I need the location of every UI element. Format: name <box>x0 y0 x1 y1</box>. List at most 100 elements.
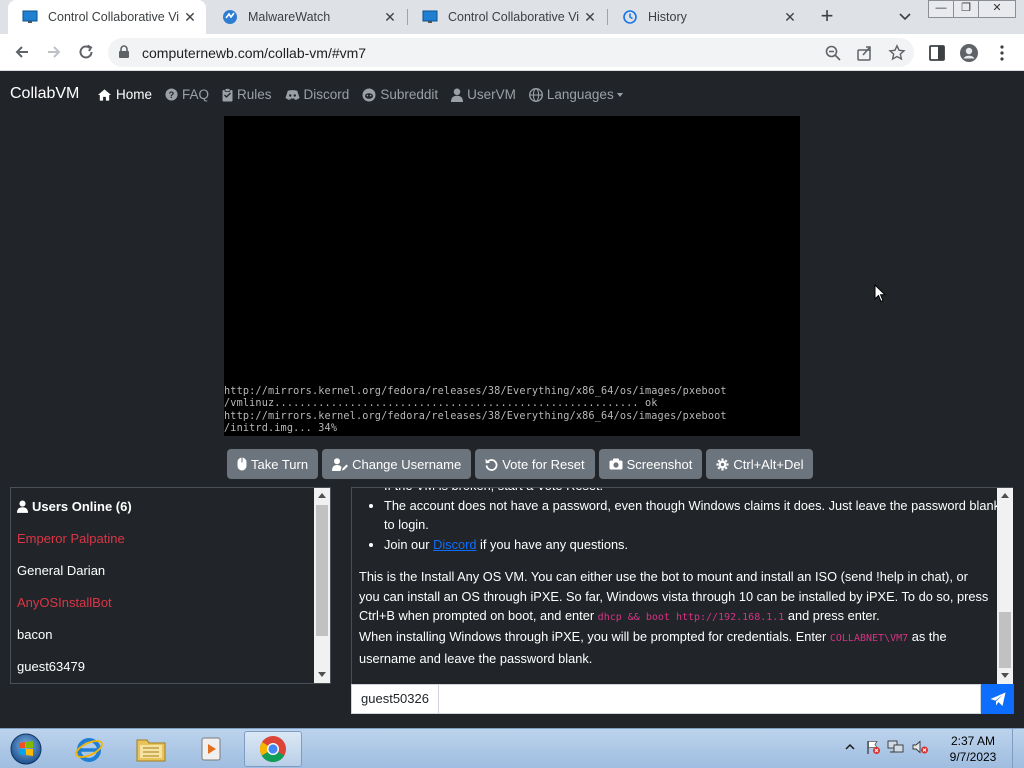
profile-avatar-icon[interactable] <box>959 43 979 63</box>
chat-scroll-thumb[interactable] <box>999 612 1011 668</box>
user-entry[interactable]: AnyOSInstallBot <box>17 595 112 610</box>
collabvm-page: CollabVM Home ? FAQ Rules Discord Subred… <box>0 71 1024 728</box>
nav-discord[interactable]: Discord <box>285 87 349 102</box>
chat-message: This is the Install Any OS VM. You can e… <box>359 567 992 628</box>
list-item: The account does not have a password, ev… <box>384 496 1004 535</box>
chat-panel[interactable]: If the VM is broken, start a Vote Reset.… <box>351 487 1013 684</box>
nav-home[interactable]: Home <box>97 87 152 102</box>
scroll-up-icon[interactable] <box>1001 493 1009 498</box>
minimize-button[interactable]: — <box>928 0 954 18</box>
take-turn-label: Take Turn <box>251 456 309 472</box>
back-button[interactable] <box>10 40 34 64</box>
tray-expand-icon[interactable] <box>845 742 855 752</box>
forward-button[interactable] <box>42 40 66 64</box>
monitor-icon <box>422 10 438 23</box>
new-tab-button[interactable]: + <box>814 4 840 30</box>
close-tab-icon[interactable]: ✕ <box>380 9 400 26</box>
change-username-button[interactable]: Change Username <box>322 449 472 479</box>
windows-start-icon[interactable] <box>6 732 46 766</box>
close-tab-icon[interactable]: ✕ <box>180 9 200 26</box>
brand-logo[interactable]: CollabVM <box>10 85 79 103</box>
tab-malwarewatch[interactable]: MalwareWatch ✕ <box>208 0 406 34</box>
volume-muted-icon[interactable] <box>911 739 929 755</box>
nav-uservm-label: UserVM <box>467 87 516 102</box>
join-suffix: if you have any questions. <box>476 536 629 552</box>
change-username-label: Change Username <box>352 456 462 472</box>
user-entry[interactable]: bacon <box>17 627 52 642</box>
taskbar-clock[interactable]: 2:37 AM 9/7/2023 <box>940 733 1006 765</box>
history-icon <box>623 10 637 24</box>
send-button[interactable] <box>981 684 1014 714</box>
ctrl-alt-del-label: Ctrl+Alt+Del <box>733 456 804 472</box>
close-tab-icon[interactable]: ✕ <box>580 9 600 26</box>
users-scrollbar[interactable] <box>314 488 330 683</box>
bookmark-star-icon[interactable] <box>888 44 906 62</box>
scroll-up-icon[interactable] <box>318 493 326 498</box>
side-panel-icon[interactable] <box>927 43 947 63</box>
arrow-left-icon <box>15 46 28 58</box>
chevron-down-icon[interactable] <box>895 6 915 26</box>
vm-display[interactable]: http://mirrors.kernel.org/fedora/release… <box>224 116 800 436</box>
tab-collabvm-2[interactable]: Control Collaborative Vir ✕ <box>408 0 606 34</box>
malwarewatch-favicon-icon <box>223 10 237 24</box>
network-icon[interactable] <box>887 739 905 755</box>
close-tab-icon[interactable]: ✕ <box>780 9 800 26</box>
nav-rules[interactable]: Rules <box>222 87 272 102</box>
users-online-panel[interactable]: Users Online (6) Emperor Palpatine Gener… <box>10 487 331 684</box>
chat-message: When installing Windows through iPXE, yo… <box>359 627 992 668</box>
kebab-menu-icon[interactable] <box>992 43 1012 63</box>
list-item: If the VM is broken, start a Vote Reset. <box>384 488 1004 496</box>
console-line: /vmlinuz................................… <box>224 398 658 410</box>
message-text: and press enter. <box>784 608 880 623</box>
nav-languages-label: Languages <box>546 87 614 102</box>
vote-reset-button[interactable]: Vote for Reset <box>475 449 595 479</box>
user-entry[interactable]: Emperor Palpatine <box>17 531 125 546</box>
action-center-flag-icon[interactable] <box>865 739 881 755</box>
taskbar-file-explorer[interactable] <box>122 731 180 767</box>
chat-scrollbar[interactable] <box>997 488 1013 684</box>
reset-icon <box>485 458 498 471</box>
taskbar-media-player[interactable] <box>182 731 240 767</box>
take-turn-button[interactable]: Take Turn <box>227 449 319 479</box>
nav-uservm[interactable]: UserVM <box>451 87 516 102</box>
nav-faq[interactable]: ? FAQ <box>165 87 209 102</box>
nav-languages-dropdown[interactable]: Languages <box>528 87 623 102</box>
screenshot-button[interactable]: Screenshot <box>598 449 703 479</box>
message-text: When installing Windows through iPXE, yo… <box>359 629 830 644</box>
nav-faq-label: FAQ <box>182 87 210 102</box>
zoom-out-icon[interactable] <box>824 44 842 62</box>
reload-button[interactable] <box>74 40 98 64</box>
share-icon[interactable] <box>856 44 874 62</box>
show-desktop-button[interactable] <box>1012 729 1024 768</box>
user-entry[interactable]: guest63479 <box>17 659 85 674</box>
nav-subreddit[interactable]: Subreddit <box>362 87 438 102</box>
tab-collabvm-1[interactable]: Control Collaborative Vir ✕ <box>8 0 206 34</box>
nav-home-label: Home <box>116 87 153 102</box>
url-text[interactable]: computernewb.com/collab-vm/#vm7 <box>142 45 366 61</box>
site-navbar: CollabVM Home ? FAQ Rules Discord Subred… <box>0 71 1024 117</box>
address-bar[interactable]: computernewb.com/collab-vm/#vm7 <box>108 38 914 67</box>
ctrl-alt-del-button[interactable]: Ctrl+Alt+Del <box>706 449 814 479</box>
taskbar-chrome[interactable] <box>244 731 302 767</box>
window-close-button[interactable]: ✕ <box>978 0 1016 18</box>
chat-username[interactable]: guest50326 <box>352 685 439 713</box>
vm-action-buttons: Take Turn Change Username Vote for Reset… <box>227 449 817 479</box>
lock-icon[interactable] <box>118 45 130 59</box>
user-icon <box>17 500 28 513</box>
tab-history[interactable]: History ✕ <box>608 0 806 34</box>
nav-subreddit-label: Subreddit <box>380 87 439 102</box>
windows-taskbar: 2:37 AM 9/7/2023 <box>0 728 1024 768</box>
restore-button[interactable]: ❐ <box>953 0 979 18</box>
credential-code: COLLABNET\VM7 <box>829 633 909 644</box>
address-toolbar: computernewb.com/collab-vm/#vm7 <box>0 34 1024 71</box>
caret-down-icon <box>616 92 623 97</box>
scroll-down-icon[interactable] <box>1001 673 1009 678</box>
scroll-down-icon[interactable] <box>318 672 326 677</box>
users-scroll-thumb[interactable] <box>316 505 328 636</box>
taskbar-internet-explorer[interactable] <box>60 731 118 767</box>
reddit-icon <box>362 88 376 101</box>
user-entry[interactable]: General Darian <box>17 563 105 578</box>
discord-link[interactable]: Discord <box>433 537 476 552</box>
chat-input[interactable]: guest50326 <box>351 684 981 714</box>
folder-icon <box>136 739 166 762</box>
